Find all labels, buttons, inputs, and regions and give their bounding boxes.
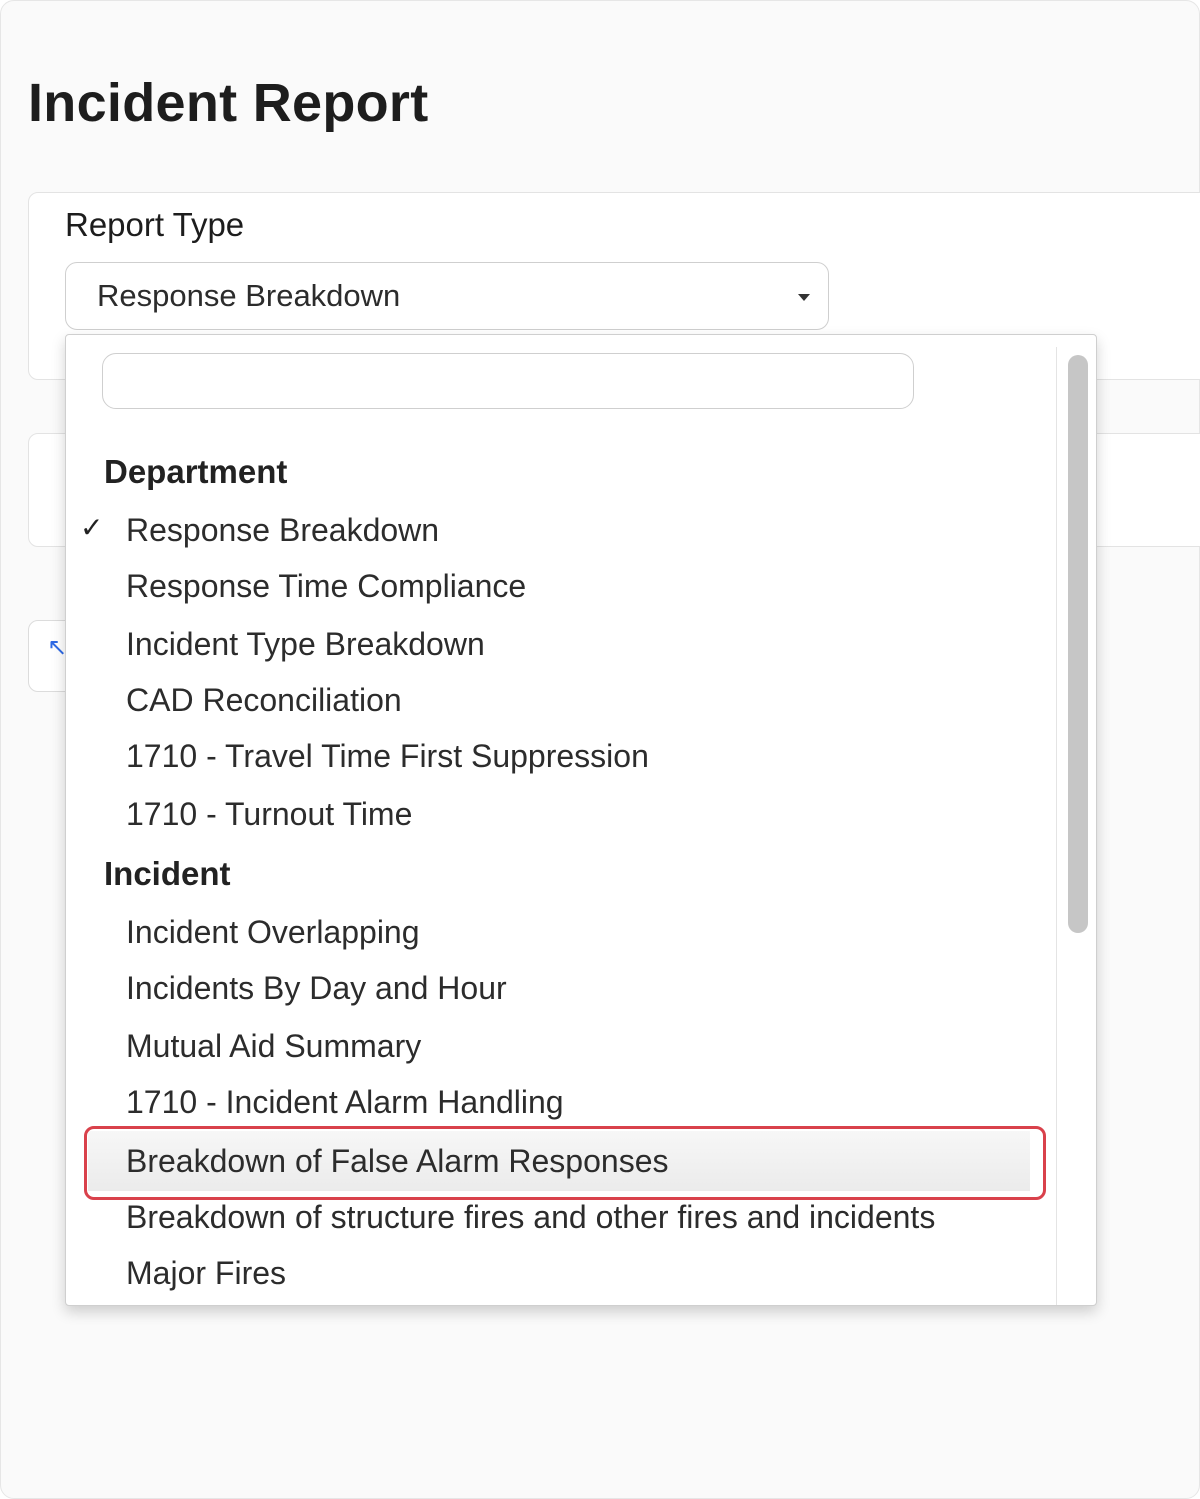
scrollbar-track: [1056, 347, 1057, 1305]
option-cad-reconciliation[interactable]: CAD Reconciliation: [126, 682, 402, 719]
scrollbar-thumb[interactable]: [1068, 355, 1088, 933]
option-mutual-aid-summary[interactable]: Mutual Aid Summary: [126, 1028, 421, 1065]
option-travel-time-first-suppression[interactable]: 1710 - Travel Time First Suppression: [126, 738, 649, 775]
option-breakdown-false-alarm-responses[interactable]: Breakdown of False Alarm Responses: [126, 1143, 668, 1180]
checkmark-icon: ✓: [80, 512, 104, 543]
option-breakdown-structure-fires[interactable]: Breakdown of structure fires and other f…: [126, 1199, 935, 1236]
report-type-selected-value: Response Breakdown: [97, 278, 401, 313]
option-incident-overlapping[interactable]: Incident Overlapping: [126, 914, 420, 951]
report-type-dropdown: Department ✓ Response Breakdown Response…: [65, 334, 1097, 1306]
caret-down-icon: [798, 294, 810, 301]
group-label-incident: Incident: [104, 855, 231, 892]
option-response-breakdown[interactable]: Response Breakdown: [126, 512, 439, 549]
option-incidents-by-day-and-hour[interactable]: Incidents By Day and Hour: [126, 970, 507, 1007]
option-major-fires[interactable]: Major Fires: [126, 1255, 286, 1292]
option-turnout-time[interactable]: 1710 - Turnout Time: [126, 796, 412, 833]
page-title: Incident Report: [28, 73, 429, 133]
option-incident-type-breakdown[interactable]: Incident Type Breakdown: [126, 626, 485, 663]
report-type-select[interactable]: Response Breakdown: [65, 262, 829, 330]
option-response-time-compliance[interactable]: Response Time Compliance: [126, 568, 526, 605]
report-type-label: Report Type: [65, 206, 245, 243]
option-incident-alarm-handling[interactable]: 1710 - Incident Alarm Handling: [126, 1084, 564, 1121]
group-label-department: Department: [104, 453, 288, 490]
dropdown-search-input[interactable]: [102, 353, 914, 409]
